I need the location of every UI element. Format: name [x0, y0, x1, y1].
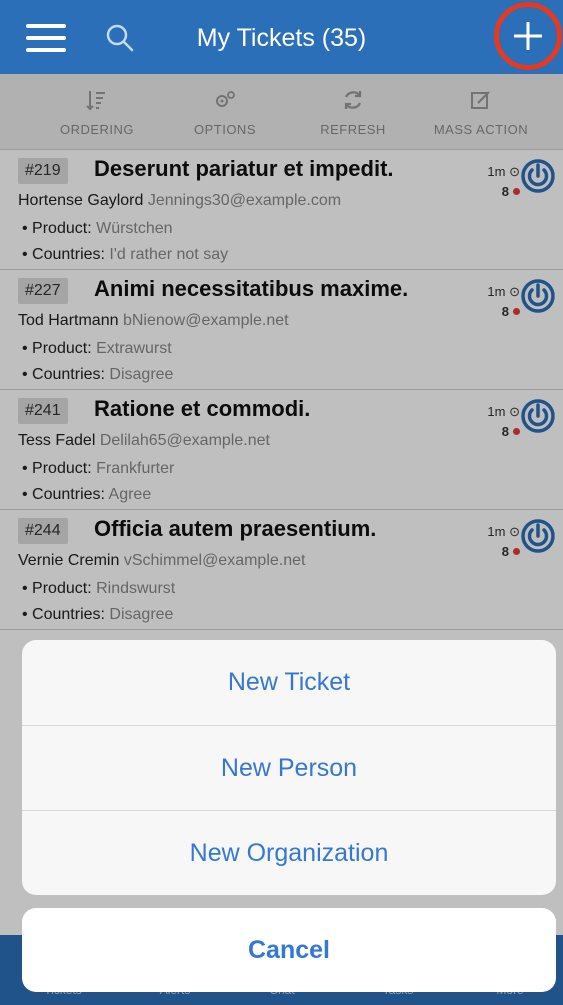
action-sheet: New Ticket New Person New Organization	[22, 640, 556, 895]
new-ticket-button[interactable]: New Ticket	[22, 640, 556, 725]
app-screen: My Tickets (35) ORDERING OPTIONS REFRESH…	[0, 0, 563, 1005]
new-organization-button[interactable]: New Organization	[22, 810, 556, 895]
page-title: My Tickets (35)	[196, 24, 367, 52]
new-person-button[interactable]: New Person	[22, 725, 556, 810]
cancel-button[interactable]: Cancel	[22, 908, 556, 992]
nav-header: My Tickets (35)	[0, 0, 563, 74]
add-button[interactable]	[494, 2, 562, 70]
plus-icon	[514, 22, 542, 50]
